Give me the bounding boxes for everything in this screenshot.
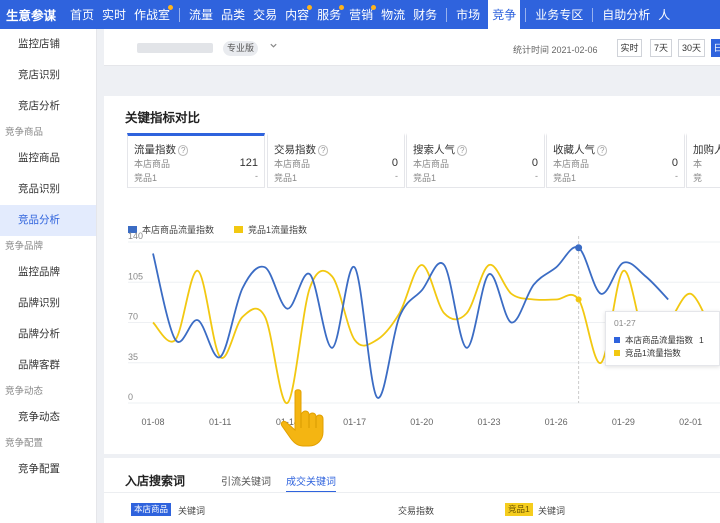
- sidebar-group-label: 竞争配置: [5, 438, 44, 449]
- brand-logo[interactable]: 生意参谋: [0, 5, 66, 24]
- sidebar-item[interactable]: 品牌客群: [0, 350, 96, 381]
- sidebar-item[interactable]: 品牌识别: [0, 288, 96, 319]
- x-tick-label: 02-01: [679, 417, 702, 427]
- nav-item[interactable]: 市场: [452, 0, 484, 29]
- hover-point-competitor: [575, 296, 582, 303]
- sidebar-item[interactable]: 竞品分析: [0, 205, 96, 236]
- sidebar: 监控店铺 竞店识别 竞店分析竞争商品监控商品 竞品识别 竞品分析竞争品牌监控品牌 品牌识别…: [0, 29, 97, 523]
- sidebar-item[interactable]: 品牌分析: [0, 319, 96, 350]
- x-tick-label: 01-11: [209, 417, 231, 427]
- new-dot-icon: [168, 5, 174, 10]
- tooltip-value-shop: 1: [699, 335, 704, 345]
- sidebar-group-label: 竞争品牌: [5, 241, 44, 252]
- stat-time-label: 统计时间 2021-02-06: [513, 45, 598, 55]
- nav-item[interactable]: 品类: [217, 0, 249, 29]
- y-tick-label: 105: [128, 271, 143, 281]
- hover-point-shop: [575, 244, 583, 252]
- top-nav-items: 首页 实时 作战室 流量 品类 交易 内容 服务 营销 物流 财务 市场 竞争 业务专区 自助分析人: [66, 0, 674, 29]
- nav-separator: [446, 7, 448, 22]
- sidebar-group-label: 竞争商品: [5, 127, 44, 138]
- nav-item[interactable]: 交易: [249, 0, 281, 29]
- new-dot-icon: [339, 5, 345, 10]
- nav-separator: [525, 7, 527, 22]
- new-dot-icon: [307, 5, 313, 10]
- tooltip-date: 01-27: [614, 318, 636, 328]
- tooltip-label-competitor: 竞品1流量指数: [625, 348, 681, 358]
- nav-item[interactable]: 竞争: [488, 0, 521, 29]
- sidebar-item[interactable]: 竞争配置: [0, 454, 96, 485]
- sidebar-item[interactable]: 竞店分析: [0, 91, 96, 122]
- chart-tooltip: 01-27 本店商品流量指数 1 竞品1流量指数: [605, 311, 720, 366]
- pointing-hand-icon: [277, 388, 333, 457]
- sidebar-item[interactable]: 竞争动态: [0, 402, 96, 433]
- x-tick-label: 01-08: [141, 417, 164, 427]
- x-tick-label: 01-20: [410, 417, 433, 427]
- x-tick-label: 01-23: [477, 417, 500, 427]
- nav-separator: [592, 7, 594, 22]
- x-tick-label: 01-26: [545, 417, 568, 427]
- tooltip-row-shop: 本店商品流量指数 1: [614, 334, 704, 346]
- nav-item[interactable]: 物流: [377, 0, 409, 29]
- filter-bar: 专业版 统计时间 2021-02-06 实时 7天 30天 日: [104, 29, 720, 66]
- nav-item[interactable]: 人: [654, 0, 674, 29]
- x-tick-label: 01-29: [612, 417, 635, 427]
- nav-item[interactable]: 实时: [98, 0, 130, 29]
- search-keywords-title: 入店搜索词: [125, 474, 186, 488]
- time-btn-day[interactable]: 日: [711, 39, 720, 57]
- new-dot-icon: [371, 5, 377, 10]
- tooltip-row-competitor: 竞品1流量指数: [614, 347, 681, 359]
- top-nav: 生意参谋 首页 实时 作战室 流量 品类 交易 内容 服务 营销 物流 财务 市场 竞争 业务专区 自助分析…: [0, 0, 720, 29]
- tab-deal-keywords[interactable]: 成交关键词: [286, 473, 336, 493]
- y-tick-label: 140: [128, 231, 143, 241]
- time-btn-7d[interactable]: 7天: [650, 39, 672, 57]
- nav-item[interactable]: 服务: [313, 0, 345, 29]
- nav-item[interactable]: 财务: [409, 0, 441, 29]
- tab-traffic-keywords[interactable]: 引流关键词: [221, 473, 271, 488]
- sidebar-item[interactable]: 监控品牌: [0, 257, 96, 288]
- pro-edition-badge: 专业版: [223, 41, 259, 56]
- y-tick-label: 70: [128, 312, 138, 322]
- chevron-down-icon[interactable]: [269, 41, 278, 52]
- col-keyword: 关键词: [178, 506, 206, 516]
- sidebar-item[interactable]: 监控商品: [0, 143, 96, 174]
- nav-item[interactable]: 首页: [66, 0, 98, 29]
- nav-separator: [179, 7, 181, 22]
- tooltip-label-shop: 本店商品流量指数: [625, 335, 694, 345]
- nav-item[interactable]: 流量: [185, 0, 217, 29]
- search-keywords-card: 入店搜索词 引流关键词 成交关键词 本店商品 关键词 交易指数 竞品1 关键词: [104, 458, 720, 523]
- nav-item[interactable]: 自助分析: [598, 0, 654, 29]
- nav-item[interactable]: 营销: [345, 0, 377, 29]
- tooltip-swatch-shop: [614, 337, 620, 343]
- divider: [104, 492, 720, 493]
- sidebar-item[interactable]: 竞店识别: [0, 60, 96, 91]
- blurred-shop-name[interactable]: [137, 43, 213, 53]
- tooltip-swatch-competitor: [614, 350, 620, 356]
- col-trade-index: 交易指数: [398, 506, 435, 516]
- col-keyword-competitor: 关键词: [538, 506, 566, 516]
- y-tick-label: 0: [128, 392, 133, 402]
- nav-item[interactable]: 业务专区: [531, 0, 587, 29]
- nav-item[interactable]: 作战室: [130, 0, 174, 29]
- y-tick-label: 35: [128, 352, 138, 362]
- shop-product-pill: 本店商品: [131, 503, 172, 516]
- x-tick-label: 01-17: [343, 417, 366, 427]
- sidebar-item[interactable]: 监控店铺: [0, 29, 96, 60]
- competitor-pill: 竞品1: [505, 503, 533, 516]
- nav-item[interactable]: 内容: [281, 0, 313, 29]
- sidebar-item[interactable]: 竞品识别: [0, 174, 96, 205]
- sidebar-group-label: 竞争动态: [5, 386, 44, 397]
- traffic-line-chart[interactable]: 0357010514001-08 01-11 01-14 01-17 01-20 01-2…: [104, 96, 720, 454]
- time-btn-30d[interactable]: 30天: [678, 39, 705, 57]
- time-btn-realtime[interactable]: 实时: [617, 39, 642, 57]
